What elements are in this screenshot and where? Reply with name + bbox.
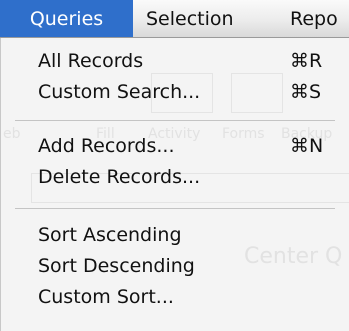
menu-queries[interactable]: Queries	[0, 0, 133, 37]
menu-item-label: All Records	[38, 50, 144, 72]
menu-item-sort-ascending[interactable]: Sort Ascending	[1, 220, 348, 251]
queries-dropdown-menu: eb Fill Activity Forms Backup Center Q A…	[0, 38, 349, 331]
keyboard-shortcut: ⌘S	[290, 81, 322, 103]
menu-item-custom-sort[interactable]: Custom Sort...	[1, 282, 348, 313]
menu-item-all-records[interactable]: All Records ⌘R	[1, 46, 348, 77]
menu-item-label: Add Records...	[38, 135, 175, 157]
menu-item-label: Sort Ascending	[38, 224, 182, 246]
menu-selection[interactable]: Selection	[146, 0, 234, 37]
menu-item-label: Delete Records...	[38, 166, 201, 188]
menu-item-label: Custom Search...	[38, 81, 201, 103]
menu-separator	[15, 208, 335, 209]
menu-reports[interactable]: Repo	[290, 0, 338, 37]
menu-item-delete-records[interactable]: Delete Records...	[1, 162, 348, 193]
menu-item-add-records[interactable]: Add Records... ⌘N	[1, 131, 348, 162]
menu-item-custom-search[interactable]: Custom Search... ⌘S	[1, 77, 348, 108]
menu-item-sort-descending[interactable]: Sort Descending	[1, 251, 348, 282]
keyboard-shortcut: ⌘N	[290, 135, 324, 157]
menu-separator	[15, 120, 335, 121]
menu-item-label: Sort Descending	[38, 255, 195, 277]
menu-bar: Queries Selection Repo	[0, 0, 349, 38]
keyboard-shortcut: ⌘R	[290, 50, 323, 72]
menu-item-label: Custom Sort...	[38, 286, 174, 308]
